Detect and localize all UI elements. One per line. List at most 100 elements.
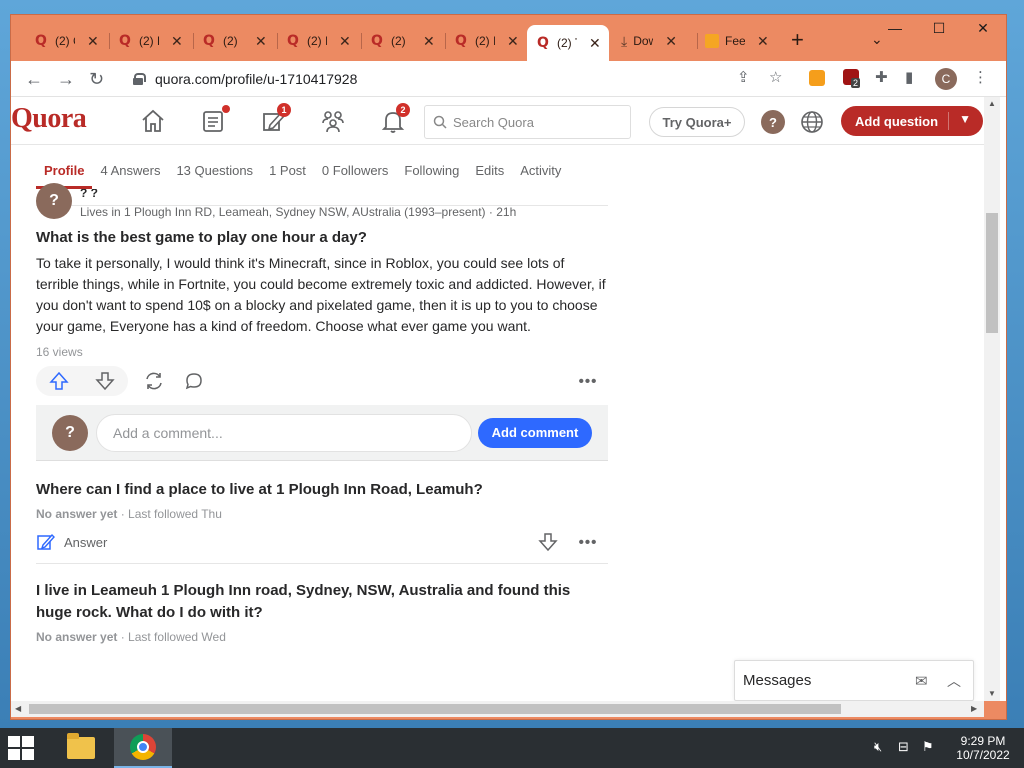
profile-avatar[interactable]: C <box>935 68 957 90</box>
tab-profile[interactable]: Profile <box>36 155 93 189</box>
tab-following[interactable]: Following <box>396 155 467 189</box>
search-input[interactable] <box>453 114 623 130</box>
puzzle-extensions-icon[interactable]: ✚ <box>875 69 888 87</box>
help-icon[interactable]: ? <box>761 110 785 134</box>
spaces-people-icon[interactable] <box>319 107 347 135</box>
tab-title: (2) <box>223 34 238 48</box>
quora-logo[interactable]: Quora <box>11 103 87 135</box>
browser-tab[interactable]: Q (2) ✕ <box>193 25 275 57</box>
new-tab-button[interactable]: + <box>791 29 804 51</box>
scroll-down-arrow-icon[interactable]: ▼ <box>988 689 996 698</box>
browser-tab[interactable]: ⤓ Dow ✕ <box>613 25 685 57</box>
downvote-icon[interactable] <box>82 366 128 396</box>
compose-message-icon[interactable]: ✉ <box>915 672 928 690</box>
browser-tab[interactable]: Q (2) ✕ <box>361 25 443 57</box>
question-meta: No answer yet · Last followed Thu <box>36 507 608 521</box>
vertical-scrollbar[interactable]: ▲ ▼ <box>984 97 1000 701</box>
tab-title: Dow <box>633 34 654 48</box>
close-window-icon[interactable]: ✕ <box>961 15 1005 41</box>
scroll-up-arrow-icon[interactable]: ▲ <box>988 99 996 108</box>
chrome-taskbar-button[interactable] <box>114 728 172 768</box>
tab-title: (2) <box>391 34 406 48</box>
language-globe-icon[interactable] <box>799 109 825 135</box>
network-icon[interactable]: ⊟ <box>898 739 909 755</box>
commenter-avatar: ? <box>52 414 88 451</box>
tab-answers[interactable]: 4 Answers <box>92 155 168 189</box>
author-avatar[interactable]: ? <box>36 183 72 219</box>
windows-start-icon[interactable] <box>8 736 34 760</box>
tab-edits[interactable]: Edits <box>467 155 512 189</box>
quora-favicon-icon: Q <box>287 33 299 49</box>
add-comment-button[interactable]: Add comment <box>478 417 592 448</box>
lock-icon[interactable] <box>133 73 146 85</box>
close-tab-icon[interactable]: ✕ <box>507 33 519 50</box>
close-tab-icon[interactable]: ✕ <box>339 33 351 50</box>
close-tab-icon[interactable]: ✕ <box>423 33 435 50</box>
quora-favicon-icon: Q <box>455 33 467 49</box>
rss-extension-icon[interactable] <box>809 70 825 86</box>
horizontal-scrollbar[interactable]: ◀ ▶ <box>11 701 984 717</box>
question-title[interactable]: I live in Leameuh 1 Plough Inn road, Syd… <box>36 580 608 624</box>
tab-followers[interactable]: 0 Followers <box>314 155 396 189</box>
maximize-icon[interactable]: ☐ <box>917 15 961 41</box>
quora-favicon-icon: Q <box>537 35 549 51</box>
browser-tab[interactable]: Q (2) I ✕ <box>445 25 527 57</box>
close-tab-icon[interactable]: ✕ <box>589 35 601 52</box>
browser-tab[interactable]: Q (2) C ✕ <box>25 25 107 57</box>
speaker-muted-icon[interactable]: 🔇︎ <box>874 739 882 755</box>
share-icon[interactable]: ⇪ <box>737 69 750 87</box>
add-question-button[interactable]: Add question ▼ <box>841 106 983 136</box>
action-center-icon[interactable]: ⚑ <box>922 739 934 755</box>
author-credential[interactable]: Lives in 1 Plough Inn RD, Leameah, Sydne… <box>80 205 516 219</box>
comment-bubble-icon[interactable] <box>174 366 214 396</box>
downvote-question-icon[interactable] <box>528 527 568 557</box>
answer-question-title[interactable]: What is the best game to play one hour a… <box>36 227 608 249</box>
kebab-menu-icon[interactable]: ⋮ <box>973 69 988 87</box>
vertical-scroll-thumb[interactable] <box>986 213 998 333</box>
chevron-down-icon[interactable]: ▼ <box>959 112 971 126</box>
comment-input[interactable]: Add a comment... <box>96 413 472 452</box>
close-tab-icon[interactable]: ✕ <box>87 33 99 50</box>
chrome-icon <box>130 734 156 760</box>
search-icon <box>433 115 447 129</box>
url-text[interactable]: quora.com/profile/u-1710417928 <box>155 71 357 87</box>
share-reshare-icon[interactable] <box>134 366 174 396</box>
close-tab-icon[interactable]: ✕ <box>255 33 267 50</box>
close-tab-icon[interactable]: ✕ <box>171 33 183 50</box>
question-title[interactable]: Where can I find a place to live at 1 Pl… <box>36 479 608 501</box>
answer-views[interactable]: 16 views <box>36 345 608 359</box>
author-name[interactable]: ? ? <box>80 189 516 201</box>
horizontal-scroll-thumb[interactable] <box>29 704 841 714</box>
back-arrow-icon[interactable]: ← <box>25 69 43 89</box>
reload-icon[interactable]: ↻ <box>89 69 104 89</box>
try-quora-plus-button[interactable]: Try Quora+ <box>649 107 745 137</box>
answer-button[interactable]: Answer <box>36 532 107 552</box>
close-tab-icon[interactable]: ✕ <box>757 33 769 50</box>
more-options-icon[interactable]: ••• <box>568 366 608 396</box>
bookmark-star-icon[interactable]: ☆ <box>769 69 782 87</box>
quora-header: Quora 1 2 Search Quora Try Quora+ ? Add … <box>11 97 984 145</box>
file-explorer-taskbar-button[interactable] <box>56 728 106 768</box>
chevron-up-icon[interactable]: ︿ <box>947 671 961 691</box>
scroll-left-arrow-icon[interactable]: ◀ <box>15 704 21 713</box>
forward-arrow-icon[interactable]: → <box>57 69 75 89</box>
home-icon[interactable] <box>139 107 167 135</box>
system-clock[interactable]: 9:29 PM 10/7/2022 <box>948 734 1018 762</box>
tab-posts[interactable]: 1 Post <box>261 155 314 189</box>
search-box[interactable] <box>424 105 631 139</box>
browser-tab-active[interactable]: Q (2) T ✕ <box>527 25 609 61</box>
tab-questions[interactable]: 13 Questions <box>168 155 261 189</box>
side-panel-icon[interactable]: ▮ <box>905 69 913 87</box>
browser-tab[interactable]: Q (2) I ✕ <box>277 25 359 57</box>
scroll-right-arrow-icon[interactable]: ▶ <box>971 704 977 713</box>
messages-panel[interactable]: Messages ✉ ︿ <box>734 660 974 701</box>
minimize-icon[interactable]: — <box>873 15 917 41</box>
add-question-label: Add question <box>855 113 939 129</box>
browser-tab[interactable]: Fee ✕ <box>697 25 777 57</box>
more-options-icon[interactable]: ••• <box>568 527 608 557</box>
tab-activity[interactable]: Activity <box>512 155 569 189</box>
browser-tab[interactable]: Q (2) F ✕ <box>109 25 191 57</box>
close-tab-icon[interactable]: ✕ <box>665 33 677 50</box>
upvote-icon[interactable] <box>36 366 82 396</box>
address-bar[interactable]: quora.com/profile/u-1710417928 <box>123 65 763 93</box>
